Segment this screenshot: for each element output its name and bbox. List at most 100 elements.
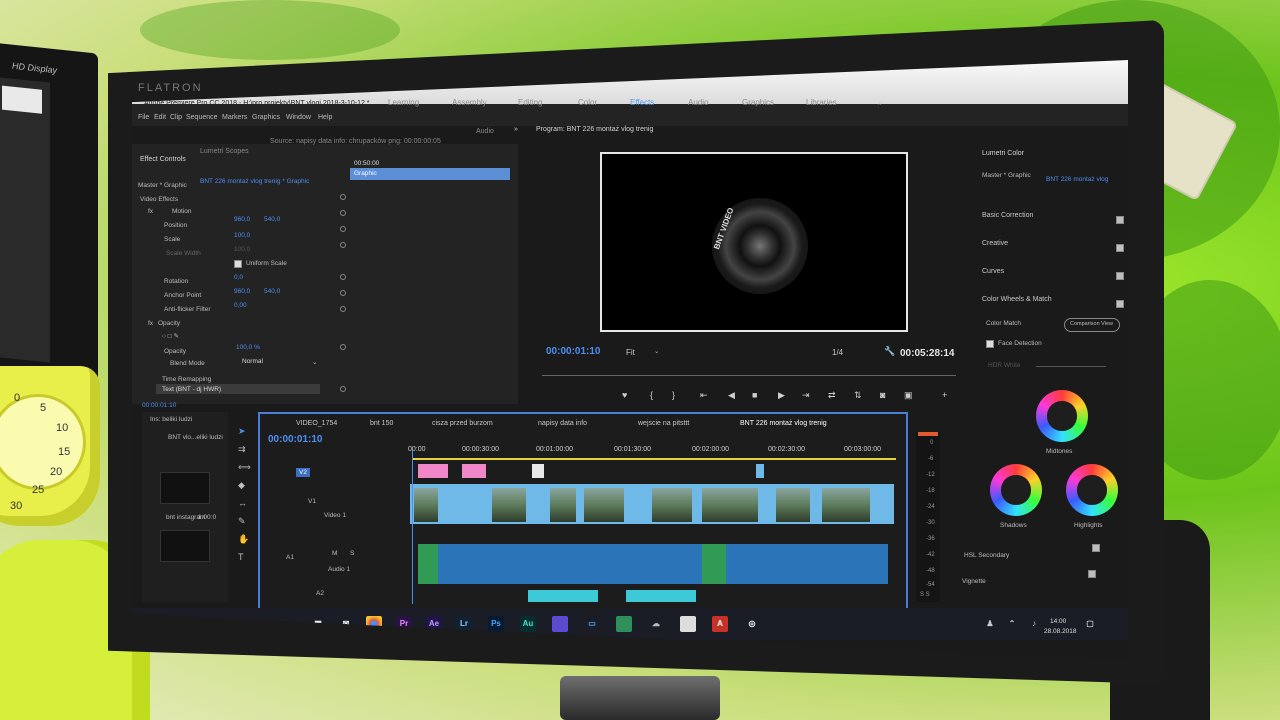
program-scrubber[interactable]: [542, 370, 956, 376]
clock-date[interactable]: 28.08.2018: [1044, 628, 1077, 635]
highlights-color-wheel[interactable]: [1066, 464, 1118, 516]
work-area-bar[interactable]: [412, 458, 896, 460]
volume-icon[interactable]: ♪: [1026, 616, 1042, 632]
tray-icons[interactable]: ⌃: [1004, 616, 1020, 632]
audio-clip-track[interactable]: [418, 544, 888, 584]
color-wheels-section[interactable]: Color Wheels & Match: [982, 296, 1052, 303]
razor-tool-icon[interactable]: ◆: [238, 480, 245, 491]
chevron-down-icon[interactable]: ⌄: [312, 358, 317, 366]
meter-solo-buttons[interactable]: S S: [920, 592, 930, 598]
sequence-tab[interactable]: cisza przed burzom: [432, 420, 493, 427]
reset-icon[interactable]: [340, 242, 346, 248]
face-detection-checkbox[interactable]: [986, 340, 994, 348]
stop-icon[interactable]: ■: [752, 390, 757, 400]
basic-correction-checkbox[interactable]: [1116, 216, 1124, 224]
graphic-clip[interactable]: [418, 464, 448, 478]
curves-section[interactable]: Curves: [982, 268, 1004, 275]
anti-flicker-value[interactable]: 0,00: [234, 302, 247, 309]
effect-controls-timecode[interactable]: 00:00:01:10: [142, 402, 176, 409]
timeline-timecode[interactable]: 00:00:01:10: [268, 434, 322, 445]
resolution-dropdown[interactable]: 1/4: [832, 348, 843, 357]
fit-dropdown[interactable]: Fit: [626, 348, 635, 357]
motion-label[interactable]: Motion: [172, 208, 192, 215]
midtones-color-wheel[interactable]: [1036, 390, 1088, 442]
tab-lumetri-scopes[interactable]: Lumetri Scopes: [200, 148, 249, 155]
hsl-secondary-checkbox[interactable]: [1092, 544, 1100, 552]
audio-clip-green[interactable]: [702, 544, 726, 584]
people-icon[interactable]: ♟: [982, 616, 998, 632]
app-icon[interactable]: [680, 616, 696, 632]
program-monitor-title[interactable]: Program: BNT 226 montaż vlog trenig: [536, 126, 653, 133]
vignette-section[interactable]: Vignette: [962, 578, 986, 585]
app-icon[interactable]: ▭: [584, 616, 600, 632]
lumetri-color-title[interactable]: Lumetri Color: [982, 150, 1024, 157]
solo-button[interactable]: S: [350, 550, 354, 557]
mark-in-icon[interactable]: {: [650, 390, 653, 400]
comparison-icon[interactable]: ▣: [904, 390, 913, 401]
clock-time[interactable]: 14:00: [1050, 618, 1066, 625]
opacity-section-label[interactable]: Opacity: [158, 320, 180, 327]
blend-mode-select[interactable]: Normal: [242, 358, 263, 365]
go-to-in-icon[interactable]: ⇤: [700, 390, 708, 401]
project-panel-title[interactable]: Ins: beliki ludzi: [150, 416, 192, 423]
chevron-down-icon[interactable]: ⌄: [654, 347, 659, 355]
audio-clip-a2[interactable]: [626, 590, 696, 602]
lumetri-sequence-label[interactable]: BNT 226 montaż vlog: [1046, 176, 1108, 183]
menu-clip[interactable]: Clip: [170, 114, 182, 121]
project-bin-label[interactable]: BNT vlo...eliki ludzi: [168, 434, 223, 441]
menu-markers[interactable]: Markers: [222, 114, 247, 121]
more-workspaces-icon[interactable]: »: [878, 98, 882, 107]
add-button-icon[interactable]: +: [942, 390, 947, 400]
workspace-editing[interactable]: Editing: [518, 98, 542, 107]
shadows-color-wheel[interactable]: [990, 464, 1042, 516]
insert-icon[interactable]: ⇄: [828, 390, 836, 401]
reset-icon[interactable]: [340, 344, 346, 350]
tab-audio[interactable]: Audio: [476, 128, 494, 135]
app-icon[interactable]: ☁: [648, 616, 664, 632]
camera-icon[interactable]: ◙: [880, 390, 885, 400]
lightroom-icon[interactable]: Lr: [456, 616, 472, 632]
project-thumbnail[interactable]: [160, 530, 210, 562]
menu-file[interactable]: File: [138, 114, 149, 121]
notifications-icon[interactable]: ▢: [1082, 616, 1098, 632]
sequence-tab-active[interactable]: BNT 226 montaż vlog trenig: [740, 420, 827, 427]
menu-edit[interactable]: Edit: [154, 114, 166, 121]
reset-icon[interactable]: [340, 226, 346, 232]
wrench-icon[interactable]: 🔧: [884, 346, 895, 357]
photoshop-icon[interactable]: Ps: [488, 616, 504, 632]
reset-icon[interactable]: [340, 306, 346, 312]
app-icon[interactable]: [616, 616, 632, 632]
scale-value[interactable]: 100,0: [234, 232, 250, 239]
reset-icon[interactable]: [340, 194, 346, 200]
playhead[interactable]: [412, 450, 413, 604]
audition-icon[interactable]: Au: [520, 616, 536, 632]
vignette-checkbox[interactable]: [1088, 570, 1096, 578]
creative-checkbox[interactable]: [1116, 244, 1124, 252]
graphic-clip[interactable]: [532, 464, 544, 478]
reset-icon[interactable]: [340, 386, 346, 392]
text-layer-label[interactable]: Text (BNT - dj HWR): [162, 386, 221, 393]
type-tool-icon[interactable]: T: [238, 552, 244, 562]
audio-clip-green[interactable]: [418, 544, 438, 584]
play-icon[interactable]: ▶: [778, 390, 785, 401]
ripple-edit-tool-icon[interactable]: ⟺: [238, 462, 251, 473]
add-marker-icon[interactable]: ♥: [622, 390, 627, 400]
anchor-x-value[interactable]: 960,0: [234, 288, 250, 295]
position-x-value[interactable]: 960,0: [234, 216, 250, 223]
color-wheels-checkbox[interactable]: [1116, 300, 1124, 308]
hand-tool-icon[interactable]: ✋: [238, 534, 249, 545]
slip-tool-icon[interactable]: ↔: [238, 498, 247, 508]
sequence-tab[interactable]: wejscie na pitsttt: [638, 420, 689, 427]
track-v2-target[interactable]: V2: [296, 468, 310, 477]
position-y-value[interactable]: 540,0: [264, 216, 280, 223]
menu-help[interactable]: Help: [318, 114, 332, 121]
sequence-tab[interactable]: VIDEO_1754: [296, 420, 337, 427]
tab-effect-controls[interactable]: Effect Controls: [140, 156, 186, 163]
overwrite-icon[interactable]: ⇅: [854, 390, 862, 401]
reset-icon[interactable]: [340, 210, 346, 216]
reset-icon[interactable]: [340, 274, 346, 280]
app-icon[interactable]: ◎: [744, 616, 760, 632]
mask-tools-icon[interactable]: ○ □ ✎: [162, 332, 179, 340]
step-forward-icon[interactable]: ⇥: [802, 390, 810, 401]
workspace-learning[interactable]: Learning: [388, 98, 419, 107]
